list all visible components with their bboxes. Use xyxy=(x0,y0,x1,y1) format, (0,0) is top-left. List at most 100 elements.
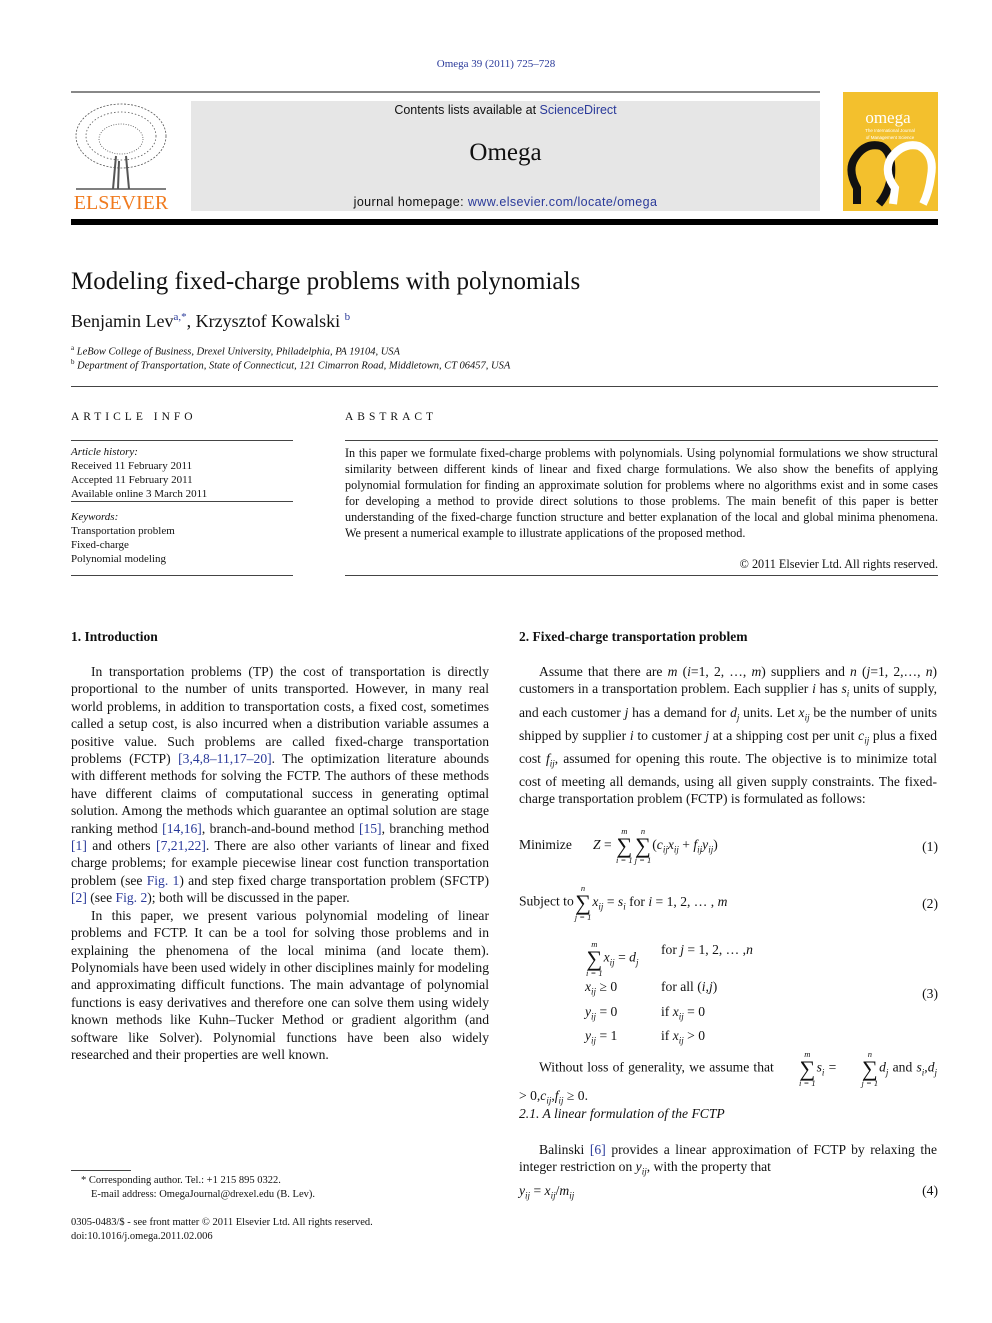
contents-line: Contents lists available at ScienceDirec… xyxy=(191,103,820,117)
keywords: Keywords: Transportation problem Fixed-c… xyxy=(71,510,293,566)
homepage-line: journal homepage: www.elsevier.com/locat… xyxy=(191,195,820,209)
equation-condition: if xij = 0 xyxy=(661,1002,705,1027)
equation-lhs: yij = 0 xyxy=(585,1002,661,1027)
reference-link[interactable]: [2] xyxy=(71,890,87,905)
equation-lhs: m ∑ i = 1 xij = dj xyxy=(585,940,661,977)
math-variable: m xyxy=(751,664,762,679)
text-run: and others xyxy=(86,838,157,854)
text-run: if xyxy=(661,1003,673,1019)
homepage-link[interactable]: www.elsevier.com/locate/omega xyxy=(468,195,657,209)
sum-lower-limit: i = 1 xyxy=(799,1077,816,1088)
section-heading: 2. Fixed-charge transportation problem xyxy=(519,629,748,644)
divider xyxy=(71,440,293,441)
equation-row: m ∑ i = 1 xij = dj for j = 1, 2, … ,n xyxy=(585,940,938,977)
equation-number: (1) xyxy=(922,839,938,854)
reference-link[interactable]: [6] xyxy=(590,1142,606,1157)
equation-number: (2) xyxy=(922,896,938,911)
reference-link[interactable]: [1] xyxy=(71,838,87,853)
equation-label: Subject to xyxy=(519,893,574,909)
reference-link[interactable]: Fig. 2 xyxy=(116,890,148,905)
equation-condition: if xij > 0 xyxy=(661,1026,705,1051)
equation-lhs: yij = 1 xyxy=(585,1026,661,1051)
text-run: ) suppliers and xyxy=(761,664,851,679)
divider xyxy=(71,386,938,387)
journal-name: Omega xyxy=(469,139,542,166)
affiliation: a LeBow College of Business, Drexel Univ… xyxy=(71,344,400,358)
abstract-heading: ABSTRACT xyxy=(345,411,438,423)
front-matter: 0305-0483/$ - see front matter © 2011 El… xyxy=(71,1216,373,1244)
affiliation-mark: a xyxy=(71,344,75,352)
text-run: , branching method xyxy=(381,820,489,836)
journal-citation[interactable]: Omega 39 (2011) 725–728 xyxy=(0,58,992,70)
section-heading: 1. Introduction xyxy=(71,629,158,644)
subsection-heading: 2.1. A linear formulation of the FCTP xyxy=(519,1106,725,1121)
math-subscript: j xyxy=(934,1067,937,1078)
header-rule xyxy=(71,219,938,225)
sum-lower-limit: i = 1 xyxy=(616,854,633,865)
sum-lower-limit: i = 1 xyxy=(586,967,603,978)
history-item: Received 11 February 2011 xyxy=(71,460,193,472)
text-run: = xyxy=(530,1183,545,1198)
reference-link[interactable]: Fig. 1 xyxy=(147,873,180,888)
reference-link[interactable]: [7,21,22] xyxy=(156,838,206,853)
reference-link[interactable]: [14,16] xyxy=(162,821,202,836)
article-info-heading: ARTICLE INFO xyxy=(71,411,197,423)
text-run: Assume that there are xyxy=(539,664,668,679)
math-variable: i,j xyxy=(701,979,713,994)
paragraph: In this paper, we present various polyno… xyxy=(71,907,489,1064)
text-run: ≥ 0. xyxy=(563,1088,588,1103)
text-run: , assumed for opening this route. The ob… xyxy=(519,750,937,807)
sigma-glyph: ∑ xyxy=(575,889,591,915)
reference-link[interactable]: [15] xyxy=(359,821,382,836)
elsevier-logo: ELSEVIER xyxy=(71,101,171,214)
summation-symbol: m ∑ i = 1 xyxy=(616,827,633,864)
footnote-email[interactable]: E-mail address: OmegaJournal@drexel.edu … xyxy=(81,1188,315,1202)
section2-body-cont: Without loss of generality, we assume th… xyxy=(519,1050,937,1110)
text-run: = 1, 2, … , xyxy=(652,893,718,909)
math-variable: m xyxy=(667,664,678,679)
divider xyxy=(71,575,293,576)
equation-1: Minimize Z = m ∑ i = 1 n ∑ j = 1 (cijxij + fijy… xyxy=(519,827,938,864)
front-matter-text: 0305-0483/$ - see front matter © 2011 El… xyxy=(71,1217,373,1228)
text-run: > 0, xyxy=(519,1088,541,1103)
text-run: ( xyxy=(677,664,688,679)
summation-symbol: n ∑ j = 1 xyxy=(842,1050,879,1087)
reference-link[interactable]: [3,4,8–11,17–20] xyxy=(178,751,272,766)
text-run: , with the property that xyxy=(646,1159,771,1175)
text-run: > 0 xyxy=(683,1028,706,1044)
article-history: Article history: Received 11 February 20… xyxy=(71,445,293,501)
text-run: for all ( xyxy=(661,979,702,994)
author-affiliation-mark[interactable]: b xyxy=(345,311,351,323)
paragraph: Without loss of generality, we assume th… xyxy=(519,1050,937,1110)
affiliation-mark: b xyxy=(71,358,75,366)
text-run: ( xyxy=(856,664,867,679)
history-item: Accepted 11 February 2011 xyxy=(71,474,193,486)
author-name[interactable]: Krzysztof Kowalski xyxy=(196,311,340,331)
keyword: Fixed-charge xyxy=(71,539,129,551)
text-run: if xyxy=(661,1028,673,1044)
sum-lower-limit: j = 1 xyxy=(574,911,592,922)
author-affiliation-mark[interactable]: a,* xyxy=(173,311,186,323)
author-name[interactable]: Benjamin Lev xyxy=(71,311,173,331)
text-run: = xyxy=(614,949,630,965)
doi[interactable]: doi:10.1016/j.omega.2011.02.006 xyxy=(71,1230,373,1244)
text-run: = xyxy=(600,836,616,852)
sciencedirect-link[interactable]: ScienceDirect xyxy=(540,103,617,117)
svg-text:The International Journal: The International Journal xyxy=(865,128,915,133)
equation-condition: for all (i,j) xyxy=(661,977,717,1002)
summation-symbol: m ∑ i = 1 xyxy=(779,1050,816,1087)
math-variable: n xyxy=(746,942,753,957)
equation-expression: n ∑ j = 1 xij = si for i = 1, 2, … , m xyxy=(574,884,728,921)
text-run: = 1 xyxy=(596,1028,618,1044)
text-run: =1, 2, …, xyxy=(690,664,752,679)
math-variable: m xyxy=(559,1183,570,1198)
text-run: (see xyxy=(86,890,116,906)
text-run: and xyxy=(888,1059,917,1075)
summation-symbol: n ∑ j = 1 xyxy=(575,884,592,921)
sigma-glyph: ∑ xyxy=(586,945,603,971)
text-run: units. Let xyxy=(739,704,799,720)
math-variable: d xyxy=(629,949,636,965)
author-list: Benjamin Leva,*, Krzysztof Kowalski b xyxy=(71,311,351,331)
math-subscript: j xyxy=(635,957,639,968)
citation-link[interactable]: Omega 39 (2011) 725–728 xyxy=(437,58,555,70)
